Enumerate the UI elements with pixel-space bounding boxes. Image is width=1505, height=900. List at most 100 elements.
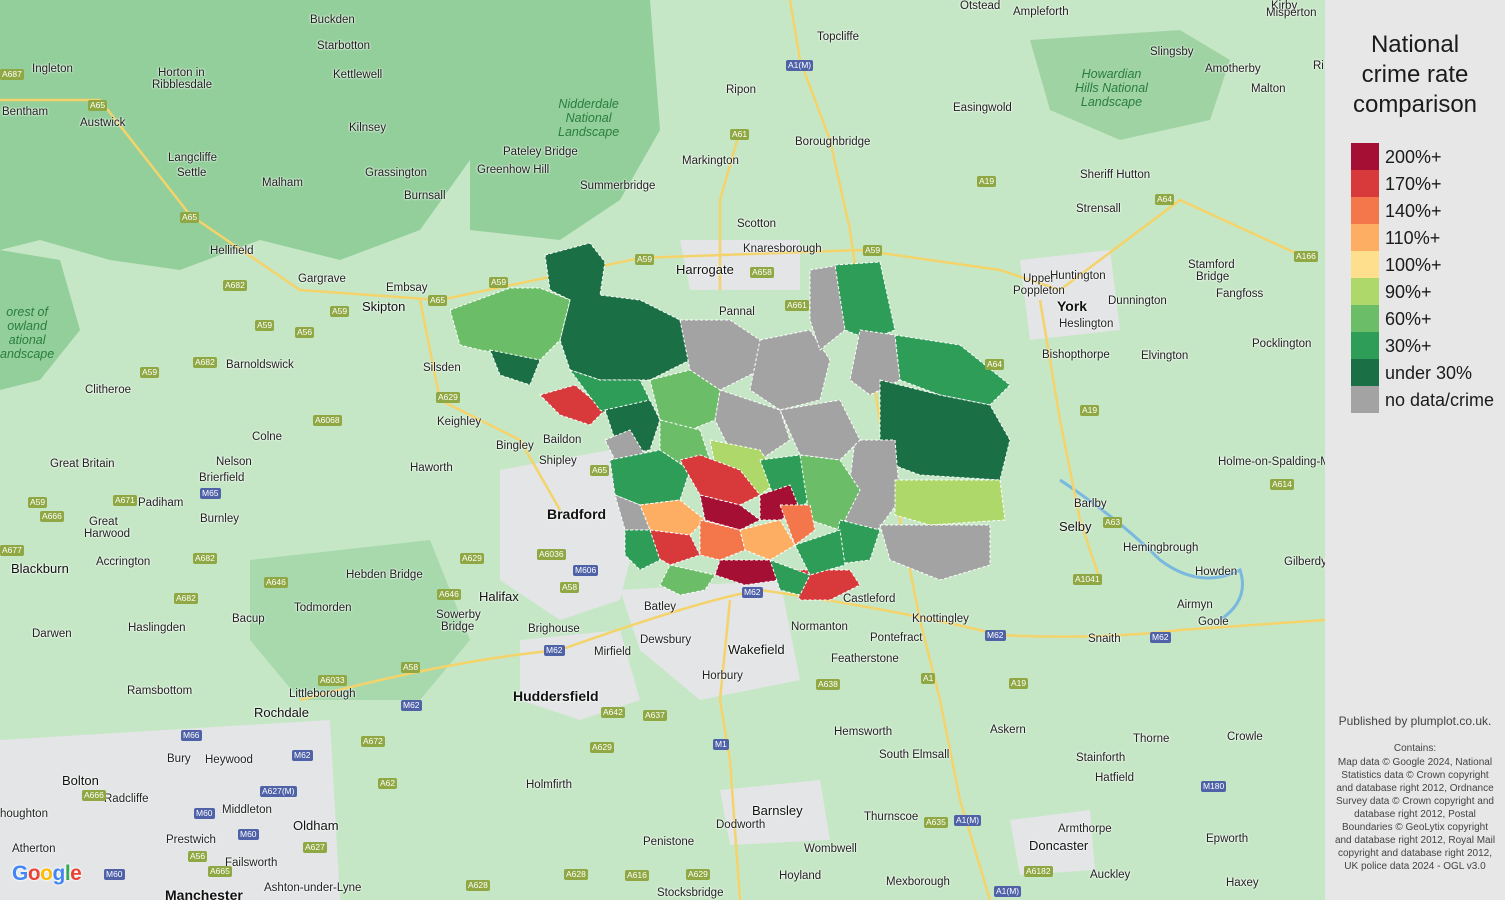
place-label: Topcliffe [817,31,859,43]
place-label: Sowerby [436,609,481,621]
motorway-shield: M66 [181,730,202,741]
place-label: Hellifield [210,245,254,257]
place-label: Airmyn [1177,599,1213,611]
place-label: Otstead [960,0,1001,12]
place-label: Pocklington [1252,338,1312,350]
a-road-shield: A629 [686,869,710,880]
legend-label: 30%+ [1385,336,1432,356]
place-label: Shipley [539,455,577,467]
place-label: Bridge [1196,271,1230,283]
legend-label: 110%+ [1385,228,1441,248]
legend-label: 140%+ [1385,201,1442,221]
a-road-shield: A629 [460,553,484,564]
place-label: Starbotton [317,40,371,52]
place-label: Wakefield [728,642,785,657]
a-road-shield: A63 [1103,517,1123,528]
a-road-shield: A646 [437,589,461,600]
place-label: Hebden Bridge [346,569,423,581]
a-road-shield: A59 [635,254,655,265]
place-label: Kettlewell [333,69,383,81]
legend-label: no data/crime [1385,390,1495,410]
a-road-shield: A6068 [313,415,342,426]
place-label: Featherstone [831,653,899,665]
motorway-shield: M60 [104,869,125,880]
place-label: Embsay [386,282,428,294]
a-road-shield: A658 [750,267,774,278]
place-label: houghton [0,808,48,820]
place-label: Oldham [293,818,339,833]
a-road-shield: A671 [113,495,137,506]
place-label: Stainforth [1076,752,1126,764]
a-road-shield: A59 [489,277,509,288]
a-road-shield: A19 [977,176,997,187]
place-label: Holme-on-Spalding-M [1218,456,1325,468]
place-label: Elvington [1141,350,1189,362]
legend-swatch [1351,386,1379,413]
place-label: Bacup [232,613,265,625]
place-label: Clitheroe [85,384,132,396]
place-label: Castleford [843,593,896,605]
place-label: Austwick [80,117,126,129]
place-label: Prestwich [166,834,216,846]
legend-title-line: National [1370,31,1460,58]
motorway-shield: A1(M) [994,886,1022,897]
a-road-shield: A64 [985,359,1005,370]
legend-label: 60%+ [1385,309,1432,329]
place-label: Great Britain [50,458,115,470]
map-area[interactable]: Buckden Starbotton Ingleton Horton in Ribble… [0,0,1325,900]
place-label: Silsden [423,362,461,374]
park-label: Howardian Hills National Landscape [1075,67,1148,109]
place-label: Middleton [222,804,272,816]
a-road-shield: A19 [1009,678,1029,689]
place-label: Doncaster [1029,838,1089,853]
place-label: Halifax [479,589,519,604]
place-label: Gilberdy [1284,556,1325,568]
terrain-dales [0,0,470,270]
place-label: Bury [167,753,191,765]
motorway-shield: M62 [742,587,763,598]
place-label: Skipton [362,299,406,314]
a-road-shield: A19 [1080,405,1100,416]
place-label: Slingsby [1150,46,1194,58]
place-label: Haworth [410,462,453,474]
a-road-shield: A629 [590,742,614,753]
place-label: Harrogate [676,262,734,277]
a-road-shield: A56 [188,851,208,862]
place-label: Hemingbrough [1123,542,1199,554]
legend-panel: National crime rate comparison 200%+ 170%+ 1… [1325,0,1505,900]
legend-label: 100%+ [1385,255,1442,275]
place-label: Horton in [158,67,205,79]
motorway-shield: A1(M) [786,60,814,71]
a-road-shield: A616 [625,870,649,881]
legend-title: National crime rate comparison [1325,30,1505,120]
a-road-shield: A638 [816,679,840,690]
place-label: Boroughbridge [795,136,871,148]
motorway-shield: A1(M) [954,815,982,826]
legend-swatch [1351,305,1379,332]
place-label: Mirfield [594,646,632,658]
place-label: Dodworth [716,819,766,831]
place-label: Bentham [2,106,49,118]
place-label: Knottingley [912,613,969,625]
place-label: Ingleton [32,63,73,75]
motorway-shield: M62 [292,750,313,761]
legend-swatch [1351,359,1379,386]
a-road-shield: A628 [466,880,490,891]
a-road-shield: A666 [82,790,106,801]
place-label: Accrington [96,556,151,568]
place-label: Summerbridge [580,180,656,192]
place-label: Heywood [205,754,253,766]
a-road-shield: A687 [0,69,24,80]
place-label: Batley [644,601,676,613]
google-logo: Google [12,862,82,885]
place-label: Bolton [62,773,99,788]
a-road-shield: A58 [560,582,580,593]
place-label: Bishopthorpe [1042,349,1110,361]
map-base [0,0,1325,900]
a-road-shield: A635 [924,817,948,828]
a-road-shield: A1 [921,673,936,684]
place-label: Radcliffe [104,793,149,805]
motorway-shield: M1 [713,739,729,750]
place-label: Nelson [216,456,252,468]
place-label: Bridge [441,621,475,633]
